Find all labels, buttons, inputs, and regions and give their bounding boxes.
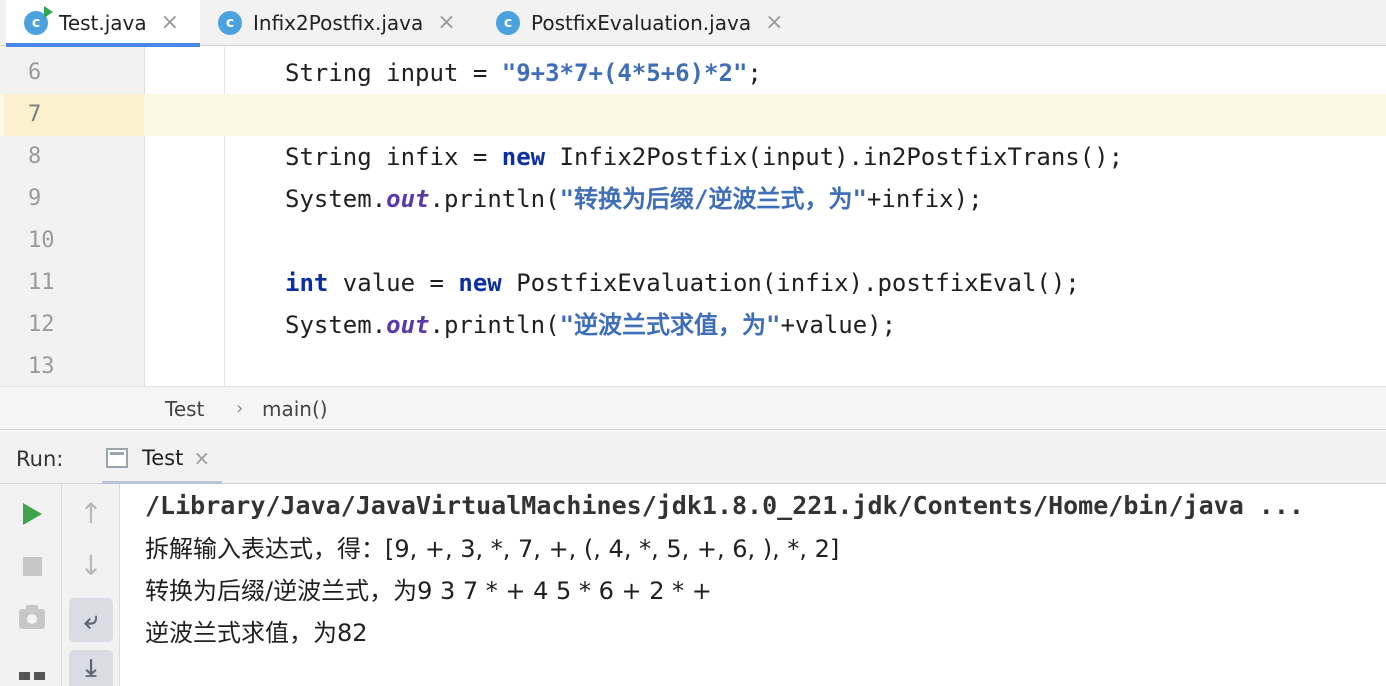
run-mark-icon: [44, 6, 53, 18]
code-token-plain: String infix =: [285, 143, 502, 171]
arrow-up-icon: ↑: [79, 497, 103, 530]
layout-icon: [19, 672, 45, 680]
tab-label: Infix2Postfix.java: [253, 11, 424, 35]
line-number: 6: [28, 60, 42, 85]
close-icon[interactable]: ×: [161, 12, 179, 34]
console-line: 转换为后缀/逆波兰式，为9 3 7 * + 4 5 * 6 + 2 * +: [145, 577, 712, 605]
code-text: String infix = new Infix2Postfix(input).…: [285, 136, 1123, 178]
code-token-fld: out: [386, 311, 430, 339]
tab-label: Test.java: [59, 11, 147, 35]
run-toolbar-primary: [0, 484, 62, 686]
restore-layout-button[interactable]: [17, 668, 47, 684]
tab-infix2postfix-java[interactable]: c Infix2Postfix.java ×: [218, 0, 456, 46]
breadcrumb-class[interactable]: Test: [165, 387, 204, 431]
code-token-str: "9+3*7+(4*5+6)*2": [501, 59, 748, 87]
code-line[interactable]: 9 System.out.println("转换为后缀/逆波兰式，为"+infix…: [0, 178, 1386, 220]
tab-label: PostfixEvaluation.java: [531, 11, 752, 35]
stop-icon: [22, 556, 42, 576]
code-token-kw: new: [501, 143, 546, 171]
console-line-command: /Library/Java/JavaVirtualMachines/jdk1.8…: [145, 491, 1304, 520]
camera-icon: [19, 605, 45, 629]
code-token-kw: new: [458, 269, 502, 297]
console-line: 拆解输入表达式，得：[9, +, 3, *, 7, +, (, 4, *, 5,…: [145, 535, 840, 563]
code-line[interactable]: 11 int value = new PostfixEvaluation(infi…: [0, 262, 1386, 304]
run-panel-header: Run: Test ×: [0, 431, 1386, 485]
run-tab-test[interactable]: Test ×: [101, 431, 223, 485]
code-token-plain: +value);: [780, 311, 897, 339]
close-icon[interactable]: ×: [193, 448, 210, 468]
code-token-plain: System.: [285, 185, 387, 213]
code-token-plain: +infix);: [866, 185, 983, 213]
console-line: 逆波兰式求值，为82: [145, 619, 368, 647]
class-c-icon: c: [496, 11, 520, 35]
code-token-plain: .println(: [429, 311, 560, 339]
next-occurrence-button[interactable]: ↓: [76, 550, 106, 582]
code-line[interactable]: 6 String input = "9+3*7+(4*5+6)*2";: [0, 52, 1386, 94]
stop-button[interactable]: [18, 552, 46, 580]
console-output[interactable]: /Library/Java/JavaVirtualMachines/jdk1.8…: [145, 484, 1385, 686]
code-token-plain: System.: [285, 311, 387, 339]
code-line[interactable]: 12 System.out.println("逆波兰式求值，为"+value);: [0, 304, 1386, 346]
run-toolbar-secondary: ↑ ↓ ⤶ ⤓: [62, 484, 120, 686]
code-text: System.out.println("逆波兰式求值，为"+value);: [285, 304, 896, 346]
code-token-str: "转换为后缀/逆波兰式，为": [559, 185, 867, 213]
soft-wrap-icon: ⤶: [84, 606, 98, 634]
play-icon: [22, 503, 42, 525]
breadcrumb-separator: ›: [236, 398, 244, 419]
line-number: 10: [28, 228, 55, 253]
breadcrumb-method[interactable]: main(): [262, 387, 328, 431]
line-number: 12: [28, 312, 55, 337]
tab-postfixevaluation-java[interactable]: c PostfixEvaluation.java ×: [496, 0, 784, 46]
code-token-str: "逆波兰式求值，为": [559, 311, 781, 339]
code-token-plain: ;: [747, 59, 762, 87]
code-token-plain: String input =: [285, 59, 502, 87]
dump-threads-button[interactable]: [17, 604, 47, 634]
run-label: Run:: [16, 447, 64, 471]
code-line[interactable]: 10: [0, 220, 1386, 262]
code-text: String input = "9+3*7+(4*5+6)*2";: [285, 52, 762, 94]
line-number: 13: [28, 354, 55, 379]
previous-occurrence-button[interactable]: ↑: [76, 498, 106, 530]
breadcrumb: Test › main(): [0, 386, 1386, 430]
close-icon[interactable]: ×: [437, 12, 455, 34]
editor-tab-bar: c Test.java × c Infix2Postfix.java × c P…: [0, 0, 1386, 47]
code-line[interactable]: 13: [0, 346, 1386, 386]
line-number: 8: [28, 144, 42, 169]
code-token-plain: value =: [328, 269, 459, 297]
line-number: 7: [4, 94, 144, 136]
code-token-plain: Infix2Postfix(input).in2PostfixTrans();: [545, 143, 1124, 171]
line-number: 9: [28, 186, 42, 211]
scroll-to-end-icon: ⤓: [85, 654, 97, 682]
code-token-plain: .println(: [429, 185, 560, 213]
console-icon: [106, 447, 128, 468]
code-text: System.out.println("转换为后缀/逆波兰式，为"+infix)…: [285, 178, 983, 220]
arrow-down-icon: ↓: [79, 549, 103, 582]
tab-test-java[interactable]: c Test.java ×: [6, 0, 200, 47]
code-text: int value = new PostfixEvaluation(infix)…: [285, 262, 1080, 304]
code-token-fld: out: [386, 185, 430, 213]
code-token-plain: PostfixEvaluation(infix).postfixEval();: [501, 269, 1080, 297]
close-icon[interactable]: ×: [765, 12, 783, 34]
code-line[interactable]: 8 String infix = new Infix2Postfix(input)…: [0, 136, 1386, 178]
code-token-kw: int: [285, 269, 329, 297]
class-c-icon: c: [24, 6, 53, 35]
scroll-to-end-toggle[interactable]: ⤓: [69, 650, 113, 686]
line-number: 11: [28, 270, 55, 295]
code-line[interactable]: 7: [0, 94, 1386, 136]
code-editor[interactable]: 6 String input = "9+3*7+(4*5+6)*2"; 7 8 Stri…: [0, 47, 1386, 386]
run-panel: ↑ ↓ ⤶ ⤓ /Library/Java/JavaVirtualMachine…: [0, 484, 1386, 686]
run-tab-label: Test: [142, 445, 184, 470]
class-c-icon: c: [218, 11, 242, 35]
soft-wrap-toggle[interactable]: ⤶: [69, 598, 113, 642]
rerun-button[interactable]: [18, 500, 46, 528]
